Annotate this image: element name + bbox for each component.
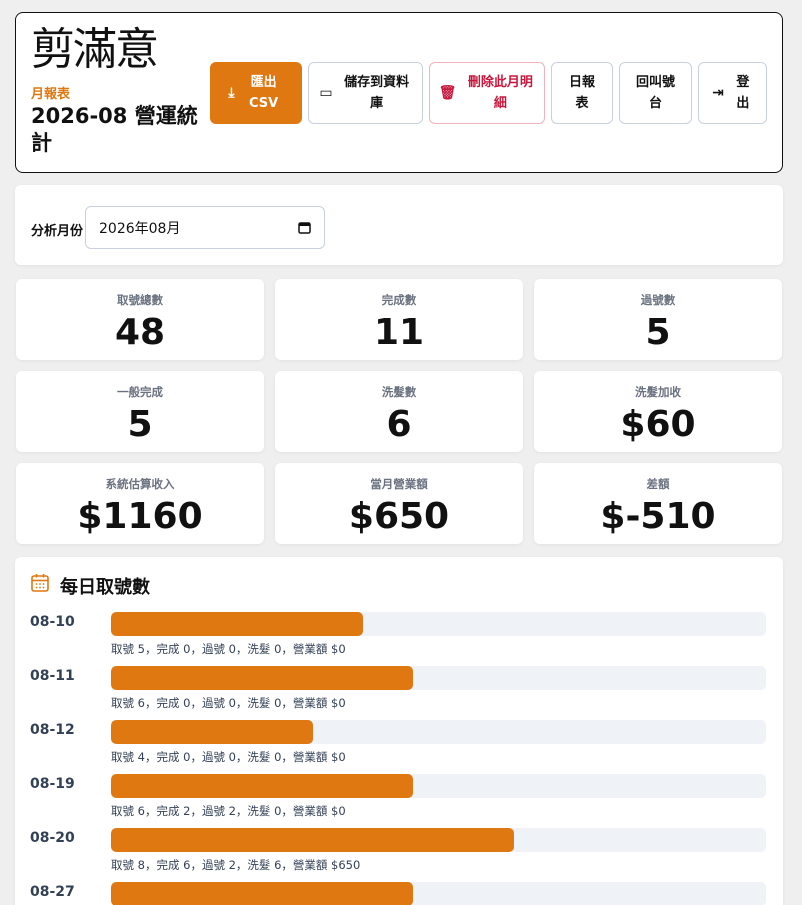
month-label: 分析月份 — [31, 224, 84, 239]
row-date: 08-11 — [30, 668, 75, 684]
bar-fill — [111, 828, 515, 852]
stat-label: 洗髮數 — [381, 385, 417, 399]
stat-card: 取號總數 48 — [16, 279, 264, 360]
export-csv-button[interactable]: ⤓ 匯出 CSV — [210, 62, 302, 124]
daily-row: 08-12 取號 4，完成 0，過號 0，洗髮 0，營業額 $0 — [15, 720, 781, 774]
month-value: 2026年08月 — [99, 220, 181, 237]
daily-report-button[interactable]: 日報表 — [551, 62, 613, 124]
stat-card: 當月營業額 $650 — [275, 463, 523, 544]
stat-value: 6 — [386, 404, 412, 445]
stat-label: 取號總數 — [117, 293, 163, 307]
logout-button[interactable]: ⇥ 登出 — [698, 62, 767, 124]
row-date: 08-27 — [30, 884, 75, 900]
stat-card: 系統估算收入 $1160 — [16, 463, 264, 544]
daily-row: 08-27 — [15, 882, 781, 905]
page-title: 2026-08 營運統計 — [31, 104, 198, 155]
calendar-icon — [31, 574, 49, 592]
export-csv-label: 匯出 CSV — [248, 75, 279, 111]
bar-fill — [111, 612, 363, 636]
stat-card: 完成數 11 — [275, 279, 523, 360]
logout-icon: ⇥ — [712, 85, 724, 101]
stat-label: 過號數 — [640, 293, 676, 307]
delete-month-label: 刪除此月明細 — [467, 75, 533, 111]
daily-report-label: 日報表 — [568, 75, 595, 111]
stat-value: $-510 — [600, 496, 716, 537]
row-detail: 取號 5，完成 0，過號 0，洗髮 0，營業額 $0 — [111, 642, 346, 656]
stat-card: 洗髮數 6 — [275, 371, 523, 452]
stat-label: 當月營業額 — [370, 477, 428, 491]
row-detail: 取號 8，完成 6，過號 2，洗髮 6，營業額 $650 — [111, 858, 361, 872]
bar-track — [111, 828, 766, 852]
stat-value: 5 — [645, 312, 671, 353]
stat-value: 48 — [114, 312, 166, 353]
filter-card: 分析月份 2026年08月 — [15, 185, 783, 265]
bar-track — [111, 882, 766, 905]
bar-fill — [111, 666, 414, 690]
stat-value: 11 — [373, 312, 425, 353]
bar-fill — [111, 882, 414, 905]
stat-label: 一般完成 — [117, 385, 163, 399]
stat-label: 差額 — [646, 477, 670, 491]
delete-month-button[interactable]: 🗑 刪除此月明細 — [429, 62, 545, 124]
calendar-icon[interactable] — [298, 221, 311, 234]
logout-label: 登出 — [736, 75, 750, 111]
bar-track — [111, 720, 766, 744]
row-date: 08-19 — [30, 776, 75, 792]
save-to-db-label: 儲存到資料庫 — [344, 75, 410, 111]
trash-icon: 🗑 — [438, 85, 457, 101]
save-to-db-button[interactable]: ▭ 儲存到資料庫 — [308, 62, 423, 124]
stat-label: 完成數 — [381, 293, 417, 307]
call-desk-label: 回叫號台 — [635, 75, 675, 111]
bar-track — [111, 612, 766, 636]
call-desk-button[interactable]: 回叫號台 — [619, 62, 692, 124]
daily-row: 08-10 取號 5，完成 0，過號 0，洗髮 0，營業額 $0 — [15, 612, 781, 666]
download-icon: ⤓ — [228, 85, 235, 101]
row-detail: 取號 6，完成 2，過號 2，洗髮 0，營業額 $0 — [111, 804, 346, 818]
archive-icon: ▭ — [319, 85, 333, 101]
stat-value: $1160 — [77, 496, 203, 537]
daily-row: 08-11 取號 6，完成 0，過號 0，洗髮 0，營業額 $0 — [15, 666, 781, 720]
row-date: 08-20 — [30, 830, 75, 846]
daily-row: 08-20 取號 8，完成 6，過號 2，洗髮 6，營業額 $650 — [15, 828, 781, 882]
header-panel: 剪滿意 月報表 2026-08 營運統計 ⤓ 匯出 CSV ▭ 儲存到資料庫 🗑 刪除此月… — [15, 12, 783, 173]
bar-fill — [111, 774, 414, 798]
report-type-label: 月報表 — [31, 87, 71, 102]
bar-track — [111, 666, 766, 690]
brand-logo: 剪滿意 — [31, 24, 159, 75]
bar-track — [111, 774, 766, 798]
daily-row: 08-19 取號 6，完成 2，過號 2，洗髮 0，營業額 $0 — [15, 774, 781, 828]
stat-value: 5 — [127, 404, 153, 445]
bar-fill — [111, 720, 313, 744]
daily-card: 每日取號數 08-10 取號 5，完成 0，過號 0，洗髮 0，營業額 $0 08-… — [15, 557, 783, 905]
row-detail: 取號 6，完成 0，過號 0，洗髮 0，營業額 $0 — [111, 696, 346, 710]
stat-label: 洗髮加收 — [635, 385, 681, 399]
row-date: 08-12 — [30, 722, 75, 738]
stat-label: 系統估算收入 — [105, 477, 175, 491]
row-detail: 取號 4，完成 0，過號 0，洗髮 0，營業額 $0 — [111, 750, 346, 764]
stat-card: 差額 $-510 — [534, 463, 782, 544]
stat-value: $650 — [348, 496, 450, 537]
stat-card: 洗髮加收 $60 — [534, 371, 782, 452]
daily-title: 每日取號數 — [60, 577, 150, 598]
month-picker[interactable]: 2026年08月 — [85, 206, 325, 249]
stat-value: $60 — [620, 404, 696, 445]
stat-card: 一般完成 5 — [16, 371, 264, 452]
row-date: 08-10 — [30, 614, 75, 630]
stat-card: 過號數 5 — [534, 279, 782, 360]
